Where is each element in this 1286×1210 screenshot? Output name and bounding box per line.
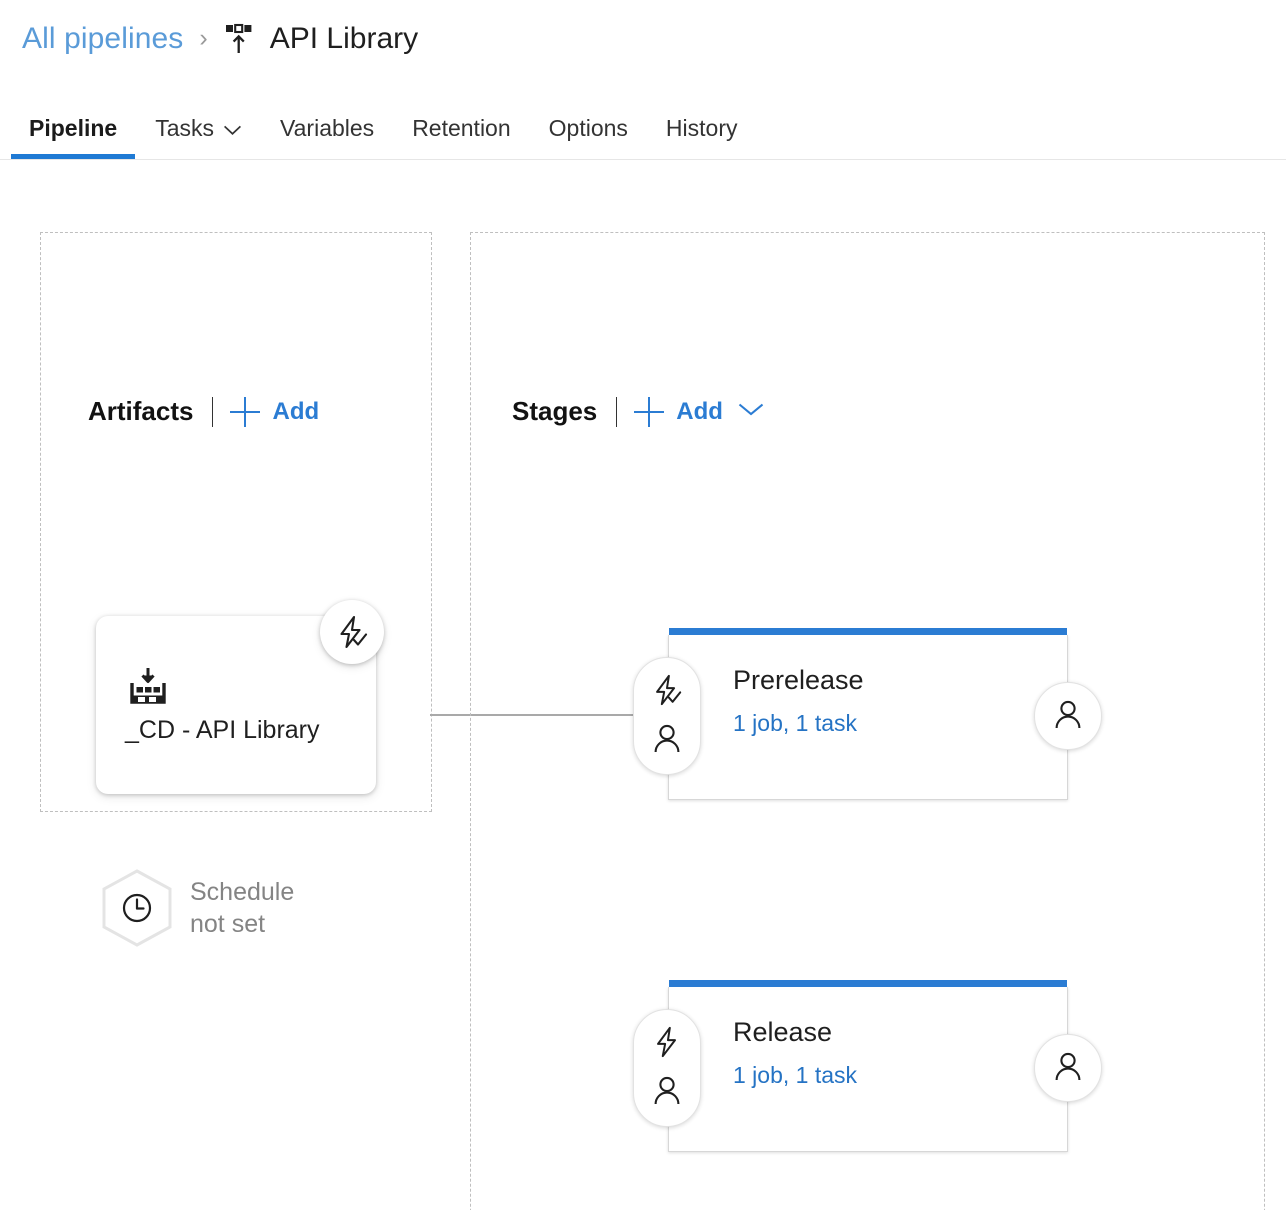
- tab-retention[interactable]: Retention: [393, 78, 529, 159]
- stage-name: Release: [733, 1017, 833, 1047]
- person-icon: [651, 1074, 683, 1111]
- plus-icon[interactable]: [230, 396, 261, 427]
- stage-status-bar: [669, 980, 1067, 987]
- tab-variables-label: Variables: [280, 114, 375, 141]
- schedule-status-text: Schedule not set: [190, 876, 294, 940]
- artifacts-header: Artifacts Add: [88, 396, 319, 427]
- tab-variables[interactable]: Variables: [261, 78, 393, 159]
- tab-pipeline[interactable]: Pipeline: [10, 78, 136, 159]
- lightning-icon: [650, 1025, 684, 1064]
- stage-jobs-tasks-link[interactable]: 1 job, 1 task: [733, 1062, 857, 1089]
- artifacts-title: Artifacts: [88, 396, 194, 426]
- stage-card[interactable]: Release 1 job, 1 task: [668, 980, 1068, 1152]
- continuous-deployment-trigger-icon[interactable]: [320, 600, 384, 664]
- stage-name: Prerelease: [733, 665, 864, 695]
- pipeline-tab-bar: Pipeline Tasks Variables Retention Optio…: [0, 78, 1286, 160]
- lightning-check-icon: [650, 673, 684, 712]
- breadcrumb-all-pipelines-link[interactable]: All pipelines: [22, 22, 183, 56]
- header-divider: [212, 396, 214, 427]
- build-artifact-icon: [127, 666, 169, 708]
- add-stage-button[interactable]: Add: [676, 398, 723, 426]
- tab-options[interactable]: Options: [530, 78, 647, 159]
- person-icon: [1052, 1050, 1084, 1087]
- tab-history[interactable]: History: [647, 78, 757, 159]
- tab-tasks-label: Tasks: [155, 114, 214, 141]
- stage-jobs-tasks-link[interactable]: 1 job, 1 task: [733, 710, 857, 737]
- post-deployment-conditions-badge[interactable]: [1034, 1034, 1102, 1102]
- tab-retention-label: Retention: [412, 114, 511, 141]
- tab-history-label: History: [665, 114, 738, 141]
- pre-deployment-conditions-badge[interactable]: [633, 657, 701, 775]
- page-title: API Library: [269, 22, 419, 55]
- tab-tasks[interactable]: Tasks: [136, 78, 261, 159]
- stage-card[interactable]: Prerelease 1 job, 1 task: [668, 628, 1068, 800]
- breadcrumb: All pipelines › API Library: [0, 0, 1286, 78]
- tab-options-label: Options: [548, 114, 628, 141]
- person-icon: [1052, 698, 1084, 735]
- pre-deployment-conditions-badge[interactable]: [633, 1009, 701, 1127]
- stages-title: Stages: [512, 396, 598, 426]
- add-artifact-button[interactable]: Add: [272, 398, 319, 426]
- stage-status-bar: [669, 628, 1067, 635]
- chevron-down-icon[interactable]: [737, 401, 765, 422]
- schedule-trigger[interactable]: Schedule not set: [100, 868, 294, 948]
- person-icon: [651, 722, 683, 759]
- release-pipeline-icon: [222, 22, 256, 56]
- plus-icon[interactable]: [634, 396, 665, 427]
- breadcrumb-separator: ›: [199, 23, 208, 52]
- header-divider: [616, 396, 618, 427]
- chevron-down-icon: [223, 115, 242, 142]
- post-deployment-conditions-badge[interactable]: [1034, 682, 1102, 750]
- pipeline-editor-canvas: Artifacts Add _CD - API Library Schedule…: [0, 160, 1286, 1210]
- schedule-line-2: not set: [190, 910, 266, 938]
- schedule-hexagon: [100, 868, 174, 948]
- schedule-line-1: Schedule: [190, 878, 295, 906]
- artifact-name: _CD - API Library: [125, 716, 320, 744]
- stages-header: Stages Add: [512, 396, 765, 427]
- tab-pipeline-label: Pipeline: [29, 114, 118, 141]
